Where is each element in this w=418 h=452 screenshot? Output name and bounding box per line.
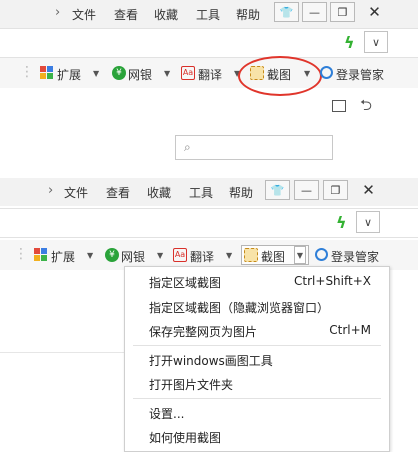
menu-view[interactable]: 查看: [114, 6, 138, 23]
toolbar-grip: ⋮: [20, 64, 34, 80]
menu-help[interactable]: 帮助: [229, 184, 253, 201]
menu-shortcut: Ctrl+M: [329, 323, 371, 337]
netbank-dropdown-icon[interactable]: ▼: [157, 251, 163, 260]
extensions-icon: [34, 248, 48, 262]
shirt-icon: 👕: [270, 183, 285, 197]
extensions-button[interactable]: 扩展: [51, 248, 75, 265]
login-manager-button[interactable]: 登录管家: [331, 248, 379, 265]
netbank-icon: ¥: [112, 66, 126, 80]
menu-item-open-image-folder[interactable]: 打开图片文件夹: [149, 376, 233, 393]
translate-button[interactable]: 翻译: [198, 66, 222, 83]
toolbar-top: ⋮ 扩展 ▼ ¥ 网银 ▼ Aa 翻译 ▼ 截图 ▼ 登录管家: [0, 56, 418, 96]
menu-item-open-paint[interactable]: 打开windows画图工具: [149, 352, 273, 369]
menu-help[interactable]: 帮助: [236, 6, 260, 23]
address-bar-top: ϟ ∨: [0, 28, 418, 58]
shirt-icon: 👕: [279, 5, 294, 19]
chevron-down-icon: ▼: [296, 250, 304, 260]
translate-icon: Aa: [181, 66, 195, 80]
minimize-button[interactable]: —: [302, 2, 327, 22]
lightning-icon[interactable]: ϟ: [336, 213, 347, 232]
menu-tools[interactable]: 工具: [196, 6, 220, 23]
minimize-icon: —: [309, 5, 320, 19]
menu-favorites[interactable]: 收藏: [154, 6, 178, 23]
reader-icon[interactable]: [332, 100, 346, 112]
restore-icon: ❐: [330, 183, 341, 197]
menu-item-save-full-page[interactable]: 保存完整网页为图片: [149, 323, 257, 340]
menu-view[interactable]: 查看: [106, 184, 130, 201]
close-icon: ✕: [362, 181, 375, 199]
menu-separator: [133, 345, 381, 346]
skin-button[interactable]: 👕: [265, 180, 290, 200]
minimize-button[interactable]: —: [294, 180, 319, 200]
screenshot-button[interactable]: 截图: [261, 248, 285, 265]
translate-icon: Aa: [173, 248, 187, 262]
lightning-icon[interactable]: ϟ: [344, 33, 355, 52]
search-box[interactable]: ⌕: [175, 135, 333, 160]
close-icon: ✕: [368, 3, 381, 21]
menu-tools[interactable]: 工具: [189, 184, 213, 201]
netbank-button[interactable]: 网银: [121, 248, 145, 265]
skin-button[interactable]: 👕: [274, 2, 299, 22]
page-divider: [0, 352, 124, 353]
menu-favorites[interactable]: 收藏: [147, 184, 171, 201]
menu-chevron: ›: [48, 183, 54, 198]
screenshot-context-menu: 指定区域截图 Ctrl+Shift+X 指定区域截图（隐藏浏览器窗口） 保存完整…: [124, 266, 390, 452]
minimize-icon: —: [301, 183, 312, 197]
address-dropdown-button[interactable]: ∨: [356, 211, 380, 233]
translate-button[interactable]: 翻译: [190, 248, 214, 265]
menu-chevron: ›: [55, 5, 61, 20]
netbank-button[interactable]: 网银: [128, 66, 152, 83]
login-manager-icon: [315, 248, 328, 261]
address-dropdown-button[interactable]: ∨: [364, 31, 388, 53]
login-manager-button[interactable]: 登录管家: [336, 66, 384, 83]
close-button[interactable]: ✕: [362, 2, 387, 22]
restore-button[interactable]: ❐: [323, 180, 348, 200]
menu-item-region-screenshot-hidden[interactable]: 指定区域截图（隐藏浏览器窗口）: [149, 299, 329, 316]
menubar-top: › 文件 查看 收藏 工具 帮助 👕 — ❐ ✕: [0, 0, 418, 28]
toolbar-grip: ⋮: [14, 246, 28, 262]
netbank-dropdown-icon[interactable]: ▼: [164, 69, 170, 78]
menu-file[interactable]: 文件: [64, 184, 88, 201]
menu-file[interactable]: 文件: [72, 6, 96, 23]
screenshot-dropdown-button[interactable]: ▼: [294, 246, 306, 264]
search-icon: ⌕: [184, 140, 191, 154]
netbank-icon: ¥: [105, 248, 119, 262]
login-manager-icon: [320, 66, 333, 79]
restore-icon: ❐: [337, 5, 348, 19]
chevron-down-icon: ∨: [363, 215, 373, 229]
extensions-dropdown-icon[interactable]: ▼: [87, 251, 93, 260]
menu-item-region-screenshot[interactable]: 指定区域截图: [149, 274, 221, 291]
menubar-bottom: › 文件 查看 收藏 工具 帮助 👕 — ❐ ✕: [0, 178, 418, 206]
address-bar-bottom: ϟ ∨: [0, 208, 418, 238]
menu-shortcut: Ctrl+Shift+X: [294, 274, 371, 288]
extensions-dropdown-icon[interactable]: ▼: [93, 69, 99, 78]
chevron-down-icon: ∨: [371, 35, 381, 49]
extensions-button[interactable]: 扩展: [57, 66, 81, 83]
screenshot-icon: [244, 248, 258, 262]
restore-button[interactable]: ❐: [330, 2, 355, 22]
undo-icon[interactable]: ⮌: [360, 95, 372, 120]
menu-item-how-to-use[interactable]: 如何使用截图: [149, 429, 221, 446]
close-button[interactable]: ✕: [356, 180, 381, 200]
menu-item-settings[interactable]: 设置...: [149, 405, 184, 422]
translate-dropdown-icon[interactable]: ▼: [226, 251, 232, 260]
extensions-icon: [40, 66, 54, 80]
highlight-circle: [238, 56, 322, 96]
menu-separator: [133, 398, 381, 399]
